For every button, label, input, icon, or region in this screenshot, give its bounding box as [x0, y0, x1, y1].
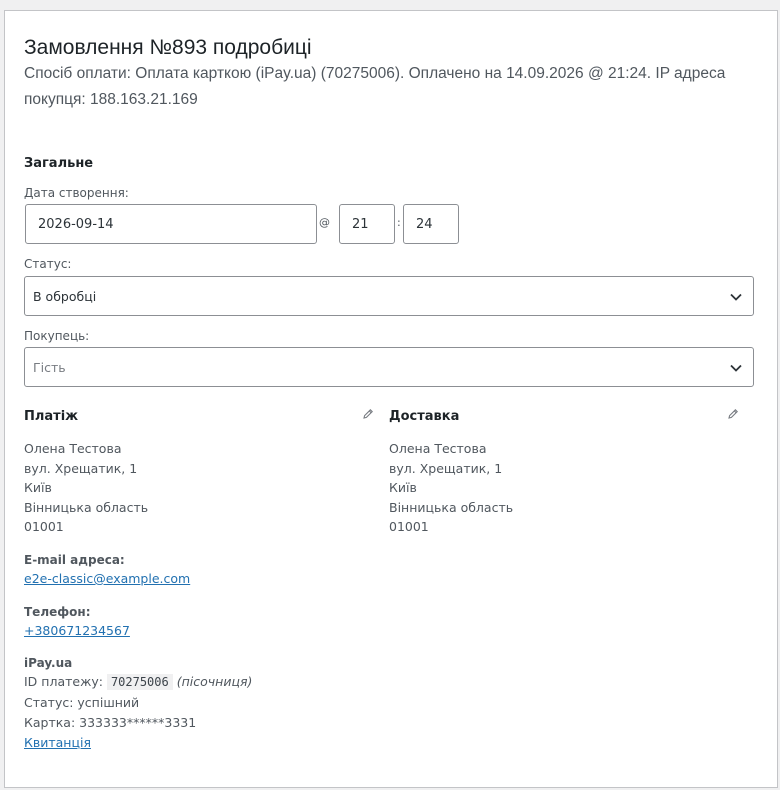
billing-address: Олена Тестова вул. Хрещатик, 1 Київ Вінн…	[24, 439, 148, 537]
address-line: вул. Хрещатик, 1	[24, 460, 138, 476]
payment-id-row: ID платежу: 70275006 (пісочниця)	[24, 674, 253, 690]
chevron-down-icon	[730, 364, 742, 372]
status-select[interactable]: В обробці	[24, 276, 754, 316]
payment-status: Статус: успішний	[24, 695, 140, 710]
at-separator: @	[319, 216, 330, 229]
email-label: E-mail адреса:	[24, 553, 125, 567]
shipping-address: Олена Тестова вул. Хрещатик, 1 Київ Вінн…	[389, 439, 513, 537]
customer-value: Гість	[33, 359, 66, 375]
page-title: Замовлення №893 подробиці	[24, 36, 312, 59]
billing-heading: Платіж	[24, 409, 79, 424]
date-input[interactable]: 2026-09-14	[25, 204, 317, 244]
hour-input[interactable]: 21	[339, 204, 395, 244]
phone-link[interactable]: +380671234567	[24, 623, 130, 638]
payment-id-value: 70275006	[106, 674, 173, 690]
address-line: Київ	[389, 480, 417, 495]
date-value: 2026-09-14	[38, 216, 114, 232]
email-link[interactable]: e2e-classic@example.com	[24, 571, 190, 586]
address-line: Вінницька область	[24, 499, 149, 515]
pencil-icon[interactable]	[727, 408, 739, 420]
address-line: вул. Хрещатик, 1	[389, 460, 503, 476]
colon-separator: :	[397, 216, 401, 229]
minute-value: 24	[416, 216, 433, 232]
address-line: Вінницька область	[389, 499, 514, 515]
general-heading: Загальне	[24, 156, 94, 171]
address-line: 01001	[24, 519, 64, 534]
order-panel: Замовлення №893 подробиці Спосіб оплати:…	[4, 10, 778, 788]
receipt-link[interactable]: Квитанція	[24, 735, 91, 750]
shipping-heading: Доставка	[389, 409, 460, 424]
minute-input[interactable]: 24	[403, 204, 459, 244]
pencil-icon[interactable]	[362, 408, 374, 420]
customer-label: Покупець:	[24, 329, 90, 343]
order-meta: Спосіб оплати: Оплата карткою (iPay.ua) …	[24, 65, 726, 108]
chevron-down-icon	[730, 293, 742, 301]
status-value: В обробці	[33, 288, 97, 304]
address-line: Київ	[24, 480, 52, 495]
address-line: Олена Тестова	[24, 441, 122, 456]
customer-select[interactable]: Гість	[24, 347, 754, 387]
payment-id-label: ID платежу:	[24, 674, 103, 689]
phone-label: Телефон:	[24, 605, 91, 619]
sandbox-note: (пісочниця)	[176, 674, 253, 689]
status-label: Статус:	[24, 257, 72, 271]
ipay-heading: iPay.ua	[24, 656, 73, 670]
hour-value: 21	[352, 216, 369, 232]
address-line: Олена Тестова	[389, 441, 487, 456]
card-number: Картка: 333333******3331	[24, 715, 197, 730]
address-line: 01001	[389, 519, 429, 534]
date-created-label: Дата створення:	[24, 186, 129, 200]
